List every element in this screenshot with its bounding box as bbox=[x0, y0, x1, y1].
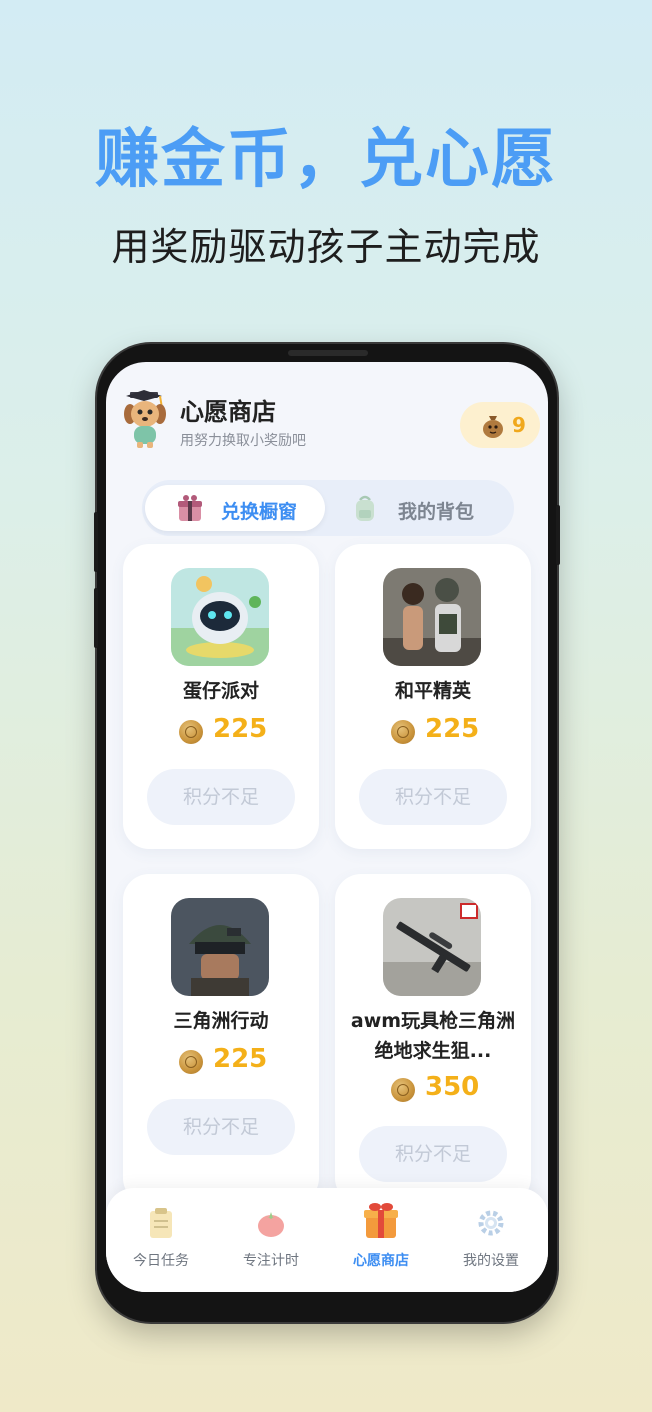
app-screen: 心愿商店 用努力换取小奖励吧 9 兑换橱窗 我的背包 蛋仔派对 225 积分不足… bbox=[106, 362, 548, 1292]
product-price: 225 bbox=[213, 714, 268, 744]
nav-label: 专注计时 bbox=[243, 1253, 299, 1269]
tab-label: 我的背包 bbox=[398, 501, 475, 523]
product-name: 和平精英 bbox=[394, 680, 471, 702]
product-name: 蛋仔派对 bbox=[182, 680, 259, 702]
product-card[interactable]: 三角洲行动 225 积分不足 bbox=[123, 874, 319, 1204]
product-card[interactable]: 蛋仔派对 225 积分不足 bbox=[123, 544, 319, 849]
nav-item-wish-shop[interactable]: 心愿商店 bbox=[326, 1188, 436, 1292]
promo-headline: 赚金币，兑心愿 bbox=[95, 123, 557, 197]
gift-box-icon bbox=[360, 1198, 402, 1240]
clipboard-icon bbox=[145, 1206, 177, 1240]
price-row: 225 bbox=[123, 1044, 319, 1078]
money-bag-icon bbox=[480, 412, 506, 442]
shop-subtitle: 用努力换取小奖励吧 bbox=[180, 433, 306, 449]
backpack-icon bbox=[350, 493, 380, 527]
phone-speaker bbox=[288, 350, 368, 356]
nav-item-my-settings[interactable]: 我的设置 bbox=[436, 1188, 546, 1292]
bottom-navigation: 今日任务 专注计时 心愿商店 我的设置 bbox=[106, 1188, 548, 1292]
coin-balance-value: 9 bbox=[512, 413, 526, 437]
coin-icon bbox=[391, 1078, 415, 1102]
coin-icon bbox=[179, 720, 203, 744]
gift-box-icon bbox=[175, 493, 205, 527]
price-row: 225 bbox=[123, 714, 319, 748]
gear-icon bbox=[475, 1206, 507, 1240]
price-row: 350 bbox=[335, 1072, 531, 1106]
price-row: 225 bbox=[335, 714, 531, 748]
tab-exchange-showcase[interactable]: 兑换橱窗 bbox=[145, 485, 325, 531]
coin-icon bbox=[391, 720, 415, 744]
tab-my-backpack[interactable]: 我的背包 bbox=[332, 485, 507, 531]
product-name: 三角洲行动 bbox=[173, 1010, 269, 1032]
redeem-button[interactable]: 积分不足 bbox=[359, 1126, 507, 1182]
shop-title: 心愿商店 bbox=[180, 398, 276, 426]
coin-balance-badge[interactable]: 9 bbox=[460, 402, 540, 448]
product-price: 225 bbox=[425, 714, 480, 744]
nav-label: 心愿商店 bbox=[353, 1253, 409, 1269]
redeem-button[interactable]: 积分不足 bbox=[359, 769, 507, 825]
volume-button bbox=[94, 512, 98, 572]
product-thumbnail-robot bbox=[171, 568, 269, 666]
promo-subline: 用奖励驱动孩子主动完成 bbox=[111, 225, 541, 269]
coin-icon bbox=[179, 1050, 203, 1074]
product-price: 350 bbox=[425, 1072, 480, 1102]
redeem-button[interactable]: 积分不足 bbox=[147, 1099, 295, 1155]
nav-item-focus-timer[interactable]: 专注计时 bbox=[216, 1188, 326, 1292]
product-name: awm玩具枪三角洲绝地求生狙... bbox=[350, 1010, 516, 1062]
tomato-icon bbox=[255, 1206, 287, 1240]
volume-button bbox=[94, 588, 98, 648]
nav-label: 今日任务 bbox=[133, 1253, 189, 1269]
product-card[interactable]: awm玩具枪三角洲绝地求生狙... 350 积分不足 bbox=[335, 874, 531, 1204]
tab-label: 兑换橱窗 bbox=[221, 501, 298, 523]
nav-item-today-tasks[interactable]: 今日任务 bbox=[106, 1188, 216, 1292]
product-price: 225 bbox=[213, 1044, 268, 1074]
puppy-mascot-avatar bbox=[122, 390, 168, 448]
redeem-button[interactable]: 积分不足 bbox=[147, 769, 295, 825]
nav-label: 我的设置 bbox=[463, 1253, 519, 1269]
shop-tabs: 兑换橱窗 我的背包 bbox=[142, 480, 514, 536]
power-button bbox=[556, 505, 560, 565]
product-thumbnail-soldiers bbox=[383, 568, 481, 666]
product-thumbnail-soldier-helmet bbox=[171, 898, 269, 996]
product-card[interactable]: 和平精英 225 积分不足 bbox=[335, 544, 531, 849]
product-thumbnail-toy-rifle bbox=[383, 898, 481, 996]
